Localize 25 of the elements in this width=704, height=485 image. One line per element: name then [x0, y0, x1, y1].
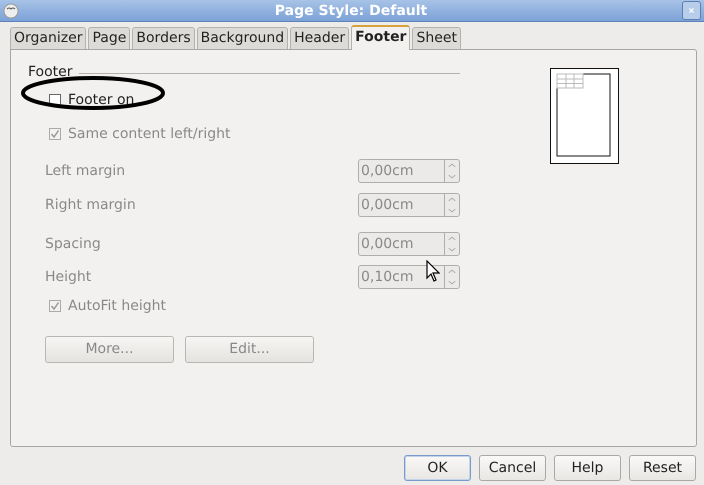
- mouse-pointer-icon: [426, 260, 440, 282]
- dialog-button[interactable]: OK: [404, 455, 471, 481]
- app-icon: [3, 3, 19, 19]
- window-title: Page Style: Default: [274, 2, 428, 21]
- close-button[interactable]: [682, 1, 701, 20]
- field-label: Right margin: [45, 196, 136, 214]
- tab[interactable]: Footer: [351, 25, 410, 50]
- close-icon: [689, 5, 694, 16]
- spin-buttons[interactable]: [444, 232, 460, 256]
- tab[interactable]: Page: [88, 27, 130, 49]
- spin-buttons[interactable]: [444, 193, 460, 217]
- dialog-button[interactable]: Reset: [629, 455, 696, 481]
- field-label: Height: [45, 268, 92, 286]
- tab[interactable]: Background: [196, 27, 288, 49]
- field-label: Spacing: [45, 234, 101, 254]
- tab[interactable]: Borders: [132, 27, 195, 49]
- field-label: Left margin: [45, 162, 126, 180]
- spin-buttons[interactable]: [444, 159, 460, 183]
- tab[interactable]: Sheet: [412, 27, 461, 49]
- dialog-button[interactable]: Help: [554, 455, 621, 481]
- section-title: Footer: [28, 63, 73, 82]
- dialog-button[interactable]: Cancel: [479, 455, 546, 481]
- tab[interactable]: Header: [290, 27, 350, 49]
- spin-buttons[interactable]: [444, 265, 460, 289]
- tab[interactable]: Organizer: [10, 27, 86, 49]
